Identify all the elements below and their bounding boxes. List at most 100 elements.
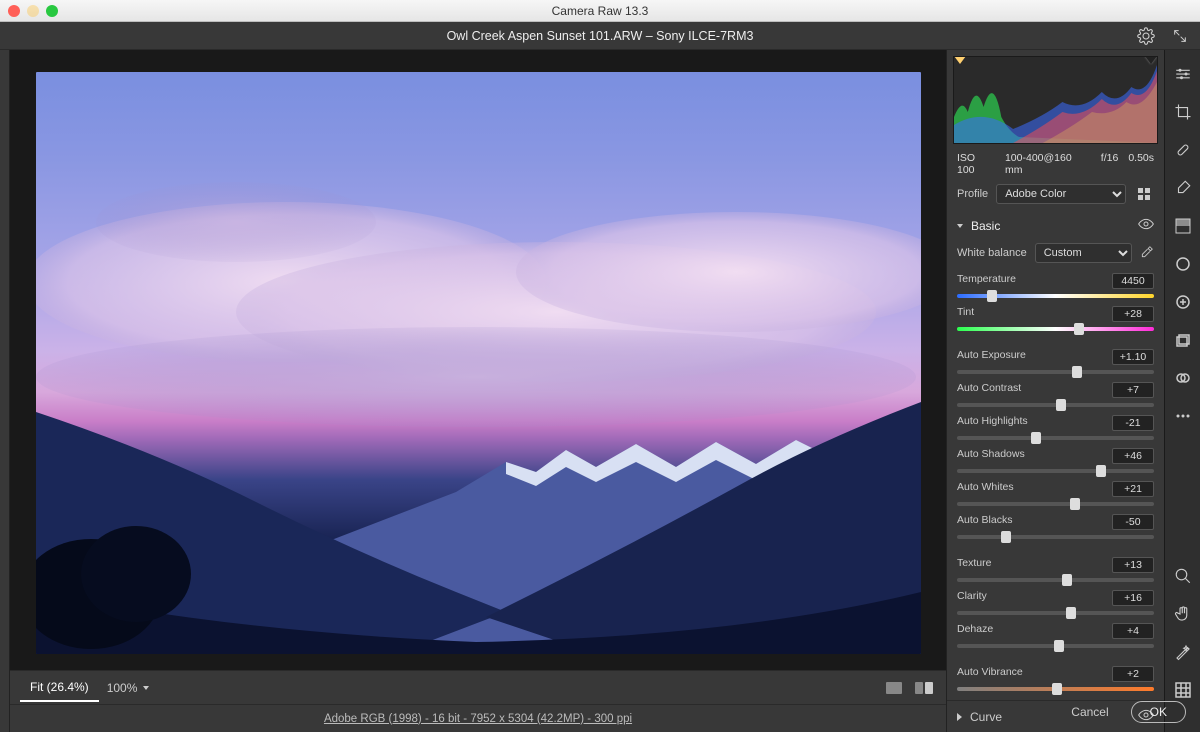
slider-track[interactable] — [957, 403, 1154, 407]
slider-blacks[interactable]: Auto Blacks-50 — [957, 512, 1154, 545]
chevron-right-icon — [957, 713, 962, 721]
view-compare-button[interactable] — [912, 678, 936, 698]
slider-track[interactable] — [957, 502, 1154, 506]
fullscreen-button[interactable] — [1170, 26, 1190, 46]
slider-track[interactable] — [957, 370, 1154, 374]
snapshots-tool[interactable] — [1173, 330, 1193, 350]
slider-value[interactable]: +28 — [1112, 306, 1154, 322]
histogram-plot — [954, 57, 1157, 143]
slider-label: Auto Exposure — [957, 349, 1026, 365]
slider-thumb[interactable] — [1052, 683, 1062, 695]
slider-thumb[interactable] — [1031, 432, 1041, 444]
zoom-level-dropdown[interactable]: 100% — [99, 675, 158, 701]
slider-highlights[interactable]: Auto Highlights -21 — [957, 413, 1154, 446]
color-sampler-tool[interactable] — [1173, 642, 1193, 662]
plus-circle-icon — [1175, 294, 1191, 310]
exif-lens: 100-400@160 mm — [1005, 152, 1091, 176]
healing-tool[interactable] — [1173, 140, 1193, 160]
chevron-down-icon — [957, 224, 963, 228]
slider-thumb[interactable] — [1001, 531, 1011, 543]
slider-value[interactable]: +21 — [1112, 481, 1154, 497]
window-titlebar: Camera Raw 13.3 — [0, 0, 1200, 22]
slider-value[interactable]: +2 — [1112, 666, 1154, 682]
exif-iso: ISO 100 — [957, 152, 995, 176]
slider-track[interactable] — [957, 327, 1154, 331]
highlight-clip-warning-icon[interactable] — [1145, 56, 1157, 64]
basic-section-header[interactable]: Basic — [957, 212, 1154, 239]
slider-thumb[interactable] — [1074, 323, 1084, 335]
slider-whites[interactable]: Auto Whites +21 — [957, 479, 1154, 512]
more-button[interactable] — [1173, 406, 1193, 426]
radial-filter-tool[interactable] — [1173, 254, 1193, 274]
slider-tint[interactable]: Tint+28 — [957, 304, 1154, 337]
shadow-clip-warning-icon[interactable] — [954, 56, 966, 64]
slider-track[interactable] — [957, 578, 1154, 582]
crop-tool[interactable] — [1173, 102, 1193, 122]
filmstrip-collapsed[interactable] — [0, 50, 10, 732]
white-balance-eyedropper[interactable] — [1140, 245, 1154, 262]
slider-track[interactable] — [957, 687, 1154, 691]
hand-icon — [1174, 605, 1192, 623]
slider-temperature[interactable]: Temperature4450 — [957, 271, 1154, 304]
profile-dropdown[interactable]: Adobe Color — [996, 184, 1126, 204]
filename-label: Owl Creek Aspen Sunset 101.ARW — [447, 29, 643, 43]
slider-value[interactable]: +7 — [1112, 382, 1154, 398]
slider-thumb[interactable] — [1070, 498, 1080, 510]
white-balance-dropdown[interactable]: Custom — [1035, 243, 1132, 263]
slider-clarity[interactable]: Clarity+16 — [957, 588, 1154, 621]
slider-value[interactable]: +1.10 — [1112, 349, 1154, 365]
slider-track[interactable] — [957, 436, 1154, 440]
slider-thumb[interactable] — [1054, 640, 1064, 652]
slider-texture[interactable]: Texture+13 — [957, 555, 1154, 588]
slider-track[interactable] — [957, 294, 1154, 298]
slider-thumb[interactable] — [1062, 574, 1072, 586]
image-info-bar[interactable]: Adobe RGB (1998) - 16 bit - 7952 x 5304 … — [10, 704, 946, 732]
more-icon — [1175, 413, 1191, 419]
slider-track[interactable] — [957, 644, 1154, 648]
slider-contrast[interactable]: Auto Contrast+7 — [957, 380, 1154, 413]
zoom-tool[interactable] — [1173, 566, 1193, 586]
slider-value[interactable]: +4 — [1112, 623, 1154, 639]
slider-thumb[interactable] — [1096, 465, 1106, 477]
slider-shadows[interactable]: Auto Shadows+46 — [957, 446, 1154, 479]
slider-exposure[interactable]: Auto Exposure +1.10 — [957, 347, 1154, 380]
redeye-tool[interactable] — [1173, 292, 1193, 312]
slider-value[interactable]: +13 — [1112, 557, 1154, 573]
slider-value[interactable]: -21 — [1112, 415, 1154, 431]
zoom-fit-button[interactable]: Fit (26.4%) — [20, 674, 99, 702]
single-view-icon — [885, 681, 903, 695]
view-single-button[interactable] — [882, 678, 906, 698]
profile-browser-button[interactable] — [1134, 187, 1154, 201]
slider-label: Auto Highlights — [957, 415, 1028, 431]
slider-thumb[interactable] — [987, 290, 997, 302]
slider-thumb[interactable] — [1066, 607, 1076, 619]
slider-thumb[interactable] — [1056, 399, 1066, 411]
hand-tool[interactable] — [1173, 604, 1193, 624]
histogram[interactable] — [953, 56, 1158, 144]
preview-tree — [36, 474, 216, 654]
graduated-filter-tool[interactable] — [1173, 216, 1193, 236]
cancel-button[interactable]: Cancel — [1063, 701, 1116, 723]
adjustment-brush-tool[interactable] — [1173, 178, 1193, 198]
stack-icon — [1175, 332, 1191, 348]
slider-label: Auto Whites — [957, 481, 1014, 497]
slider-value[interactable]: +16 — [1112, 590, 1154, 606]
zoom-icon — [1174, 567, 1192, 585]
presets-tool[interactable] — [1173, 368, 1193, 388]
slider-track[interactable] — [957, 469, 1154, 473]
slider-value[interactable]: -50 — [1112, 514, 1154, 530]
slider-track[interactable] — [957, 611, 1154, 615]
settings-button[interactable] — [1136, 26, 1156, 46]
grid-overlay-tool[interactable] — [1173, 680, 1193, 700]
slider-dehaze[interactable]: Dehaze+4 — [957, 621, 1154, 654]
ok-button[interactable]: OK — [1131, 701, 1186, 723]
slider-track[interactable] — [957, 535, 1154, 539]
edit-tool[interactable] — [1173, 64, 1193, 84]
slider-thumb[interactable] — [1072, 366, 1082, 378]
slider-value[interactable]: 4450 — [1112, 273, 1154, 289]
zoom-level-label: 100% — [107, 681, 138, 695]
slider-value[interactable]: +46 — [1112, 448, 1154, 464]
image-preview[interactable] — [36, 72, 921, 654]
basic-visibility-toggle[interactable] — [1138, 218, 1154, 233]
slider-vibrance[interactable]: Auto Vibrance+2 — [957, 664, 1154, 696]
